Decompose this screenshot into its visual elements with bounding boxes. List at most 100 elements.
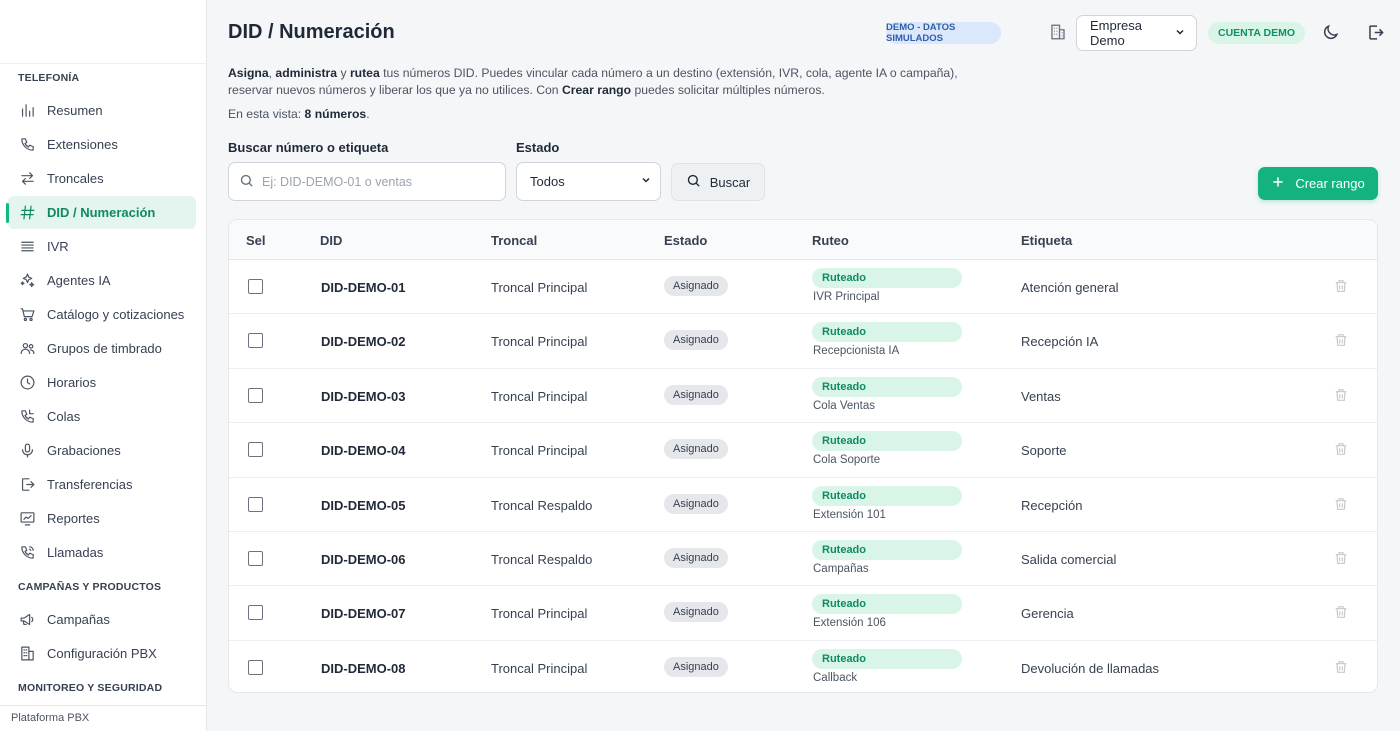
trash-icon[interactable] (1333, 387, 1349, 406)
row-select-checkbox[interactable] (248, 333, 263, 349)
trash-icon[interactable] (1333, 604, 1349, 623)
column-header-troncal[interactable]: Troncal (491, 233, 537, 248)
sidebar-item-label: Agentes IA (47, 273, 111, 288)
column-header-estado[interactable]: Estado (664, 233, 707, 248)
did-number[interactable]: DID-DEMO-04 (321, 443, 406, 458)
troncal-name: Troncal Principal (491, 443, 588, 459)
trash-icon[interactable] (1333, 441, 1349, 460)
estado-badge: Asignado (664, 493, 728, 514)
column-header-did[interactable]: DID (320, 233, 342, 248)
ruteo-destination: Campañas (813, 562, 869, 575)
sidebar-item-transferencias[interactable]: Transferencias (8, 468, 196, 501)
troncal-name: Troncal Principal (491, 606, 588, 622)
did-number[interactable]: DID-DEMO-08 (321, 661, 406, 676)
sidebar-item-label: Grabaciones (47, 443, 121, 458)
plus-icon (1271, 175, 1285, 192)
sidebar-item-troncales[interactable]: Troncales (8, 162, 196, 195)
sidebar-item-extensiones[interactable]: Extensiones (8, 128, 196, 161)
row-select-checkbox[interactable] (248, 496, 263, 512)
ruteo-destination: Recepcionista IA (813, 345, 900, 358)
row-select-checkbox[interactable] (248, 279, 263, 294)
trash-icon[interactable] (1333, 332, 1349, 351)
sidebar-item-label: Transferencias (47, 477, 133, 492)
main-content: DID / Numeración DEMO - DATOS SIMULADOS … (207, 0, 1400, 731)
column-header-ruteo[interactable]: Ruteo (812, 233, 849, 248)
row-select-checkbox[interactable] (248, 659, 263, 675)
etiqueta-text: Atención general (1021, 280, 1119, 295)
moon-icon[interactable] (1321, 23, 1340, 45)
sidebar-item-configuracion-pbx[interactable]: Configuración PBX (8, 637, 196, 670)
trash-icon[interactable] (1333, 659, 1349, 678)
sidebar-item-label: Grupos de timbrado (47, 341, 162, 356)
building-icon (18, 645, 36, 663)
users-icon (18, 340, 36, 358)
account-badge: CUENTA DEMO (1208, 22, 1305, 44)
estado-badge: Asignado (664, 439, 728, 460)
sidebar-item-campanas[interactable]: Campañas (8, 603, 196, 636)
microphone-icon (18, 442, 36, 460)
table-row: DID-DEMO-08 Troncal Principal Asignado R… (229, 641, 1377, 692)
cart-icon (18, 306, 36, 324)
did-number[interactable]: DID-DEMO-01 (321, 280, 406, 295)
did-number[interactable]: DID-DEMO-03 (321, 389, 406, 404)
ruteo-destination: Extensión 101 (813, 508, 886, 521)
troncal-name: Troncal Principal (491, 280, 588, 295)
ruteo-destination: Cola Soporte (813, 454, 881, 467)
sidebar-item-resumen[interactable]: Resumen (8, 94, 196, 127)
create-range-button[interactable]: Crear rango (1258, 167, 1378, 200)
company-select-value: Empresa Demo (1090, 18, 1143, 48)
sidebar-item-reportes[interactable]: Reportes (8, 502, 196, 535)
estado-badge: Asignado (664, 276, 728, 296)
trash-icon[interactable] (1333, 278, 1349, 297)
search-icon (239, 173, 254, 191)
row-select-checkbox[interactable] (248, 550, 263, 566)
ruteo-badge: Ruteado (812, 539, 962, 560)
building-icon (1049, 23, 1067, 44)
row-select-checkbox[interactable] (248, 387, 263, 403)
estado-select[interactable]: Todos (516, 162, 661, 201)
estado-badge: Asignado (664, 656, 728, 677)
column-header-etiqueta[interactable]: Etiqueta (1021, 233, 1072, 248)
troncal-name: Troncal Principal (491, 334, 588, 350)
ruteo-badge: Ruteado (812, 648, 962, 669)
sidebar-item-llamadas[interactable]: Llamadas (8, 536, 196, 569)
did-number[interactable]: DID-DEMO-05 (321, 498, 406, 513)
trash-icon[interactable] (1333, 550, 1349, 569)
chevron-down-icon (1174, 26, 1186, 41)
estado-select-value: Todos (530, 174, 565, 189)
table-row: DID-DEMO-01 Troncal Principal Asignado R… (229, 260, 1377, 315)
search-button-label: Buscar (709, 174, 751, 190)
sidebar-item-grupos-de-timbrado[interactable]: Grupos de timbrado (8, 332, 196, 365)
search-input[interactable] (262, 174, 492, 189)
sidebar-item-catalogo-y-cotizaciones[interactable]: Catálogo y cotizaciones (8, 298, 196, 331)
did-number[interactable]: DID-DEMO-06 (321, 552, 406, 567)
sidebar-item-ivr[interactable]: IVR (8, 230, 196, 263)
ruteo-destination: IVR Principal (813, 291, 880, 303)
did-number[interactable]: DID-DEMO-07 (321, 606, 406, 621)
logout-icon[interactable] (1366, 23, 1385, 45)
sidebar-item-label: Campañas (47, 612, 110, 627)
company-select[interactable]: Empresa Demo (1076, 15, 1197, 51)
table-row: DID-DEMO-05 Troncal Respaldo Asignado Ru… (229, 478, 1377, 532)
search-icon (686, 173, 701, 191)
sidebar-item-colas[interactable]: Colas (8, 400, 196, 433)
did-table: Sel DID Troncal Estado Ruteo Etiqueta DI… (228, 219, 1378, 693)
sidebar-item-label: IVR (47, 239, 69, 254)
table-row: DID-DEMO-06 Troncal Respaldo Asignado Ru… (229, 532, 1377, 587)
sidebar-item-agentes-ia[interactable]: Agentes IA (8, 264, 196, 297)
table-row: DID-DEMO-02 Troncal Principal Asignado R… (229, 314, 1377, 369)
sidebar-item-did-numeracion[interactable]: DID / Numeración (8, 196, 196, 229)
sidebar-item-grabaciones[interactable]: Grabaciones (8, 434, 196, 467)
search-field[interactable] (228, 162, 506, 201)
did-number[interactable]: DID-DEMO-02 (321, 334, 406, 349)
sidebar-item-label: Resumen (47, 103, 103, 118)
trash-icon[interactable] (1333, 496, 1349, 515)
hash-icon (18, 204, 36, 222)
sidebar-item-label: Catálogo y cotizaciones (47, 307, 185, 322)
sidebar-item-horarios[interactable]: Horarios (8, 366, 196, 399)
result-count: En esta vista: 8 números. (228, 107, 370, 121)
row-select-checkbox[interactable] (248, 605, 263, 621)
row-select-checkbox[interactable] (248, 442, 263, 458)
search-button[interactable]: Buscar (671, 163, 765, 201)
ruteo-badge: Ruteado (812, 268, 962, 288)
